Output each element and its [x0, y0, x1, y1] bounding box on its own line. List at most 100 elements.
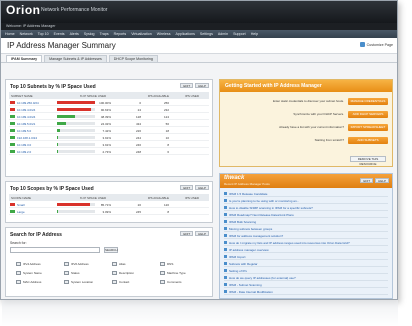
search-input[interactable] [10, 247, 100, 253]
table-row[interactable]: 10.199.5.0 7.42% 226 18 [9, 128, 209, 134]
checkbox-box[interactable] [16, 280, 21, 284]
thwack-post-link[interactable]: IPAM 1.5 Release Candidate [224, 191, 388, 197]
tab-2[interactable]: Manage Subnets & IP Addresses [44, 55, 107, 62]
step-button[interactable]: MANAGE CREDENTIALS [348, 97, 388, 105]
thwack-post-link[interactable]: IPAM Import [224, 254, 388, 260]
thwack-post-link[interactable]: How to disable SNMP scanning in IPAM for… [224, 205, 388, 211]
checkbox-box[interactable] [64, 262, 69, 266]
checkbox-box[interactable] [64, 271, 69, 275]
thwack-help-button[interactable]: HELP [375, 178, 389, 183]
checkbox-box[interactable] [160, 280, 165, 284]
table-row[interactable]: Large 3.09% 245 8 [9, 209, 209, 215]
top-scopes-help-button[interactable]: HELP [195, 185, 209, 190]
thwack-post-link[interactable]: How do we query IP addresses (for extern… [224, 275, 388, 281]
post-title[interactable]: Subnets with Regular [229, 262, 258, 266]
row-name[interactable]: Large [17, 210, 53, 214]
table-row[interactable]: 10.199.2.0 2.73% 248 6 [9, 149, 209, 155]
search-button[interactable]: SEARCH [104, 247, 118, 253]
nav-item[interactable]: Network [20, 32, 33, 36]
row-name[interactable]: 192.168.1.0/24 [17, 136, 53, 140]
row-name[interactable]: 10.199.250.0/24 [17, 101, 53, 105]
nav-item[interactable]: Help [251, 32, 258, 36]
thwack-post-link[interactable]: IPAM for address management solution? [224, 233, 388, 239]
row-name[interactable]: 10.199.4.0/24 [17, 115, 53, 119]
nav-item[interactable]: Settings [200, 32, 213, 36]
thwack-post-link[interactable]: How do I migrate my lists and IP address… [224, 240, 388, 246]
nav-item[interactable]: Home [5, 32, 15, 36]
table-row[interactable]: 10.199.250.0/24 100.00% 0 256 [9, 100, 209, 106]
thwack-post-link[interactable]: IPAM Bulk Scanning [224, 219, 388, 225]
thwack-post-link[interactable]: Subnets with Regular [224, 261, 388, 267]
search-option-checkbox[interactable]: Comments [160, 280, 182, 284]
tab-1[interactable]: IPAM Summary [6, 55, 43, 62]
checkbox-box[interactable] [16, 271, 21, 275]
search-help-button[interactable]: HELP [195, 231, 209, 236]
nav-item[interactable]: Alerts [70, 32, 79, 36]
top-subnets-help-button[interactable]: HELP [195, 83, 209, 88]
search-option-checkbox[interactable]: Status [64, 271, 80, 275]
table-row[interactable]: 10.199.4.0/24 90.63% 24 232 [9, 107, 209, 113]
table-row[interactable]: 10.199.5.0/21 24.32% 434 56 [9, 121, 209, 127]
search-option-checkbox[interactable]: IPv4 Address [16, 262, 41, 266]
search-option-checkbox[interactable]: DNS [160, 262, 173, 266]
step-button[interactable]: ADD SUBNETS [348, 136, 388, 144]
post-title[interactable]: IP address manager overview [229, 248, 269, 252]
thwack-edit-button[interactable]: EDIT [360, 178, 374, 183]
customize-page-link[interactable]: Customize Page [359, 42, 393, 47]
post-title[interactable]: IPAM Import [229, 255, 245, 259]
tab-3[interactable]: DHCP Scope Monitoring [108, 55, 158, 62]
post-title[interactable]: IPAM - Date Internal Modification [229, 290, 273, 294]
post-title[interactable]: How do we query IP addresses (for extern… [229, 276, 296, 280]
step-button[interactable]: IMPORT SPREADSHEET [348, 123, 388, 131]
checkbox-box[interactable] [112, 271, 117, 275]
nav-item[interactable]: Virtualization [131, 32, 152, 36]
post-title[interactable]: How to disable SNMP scanning in IPAM for… [229, 206, 313, 210]
row-name[interactable]: Small [17, 203, 53, 207]
nav-item[interactable]: Applications [176, 32, 195, 36]
nav-item[interactable]: Top 10 [38, 32, 49, 36]
post-title[interactable]: IPAM Bulk Scanning [229, 220, 256, 224]
thwack-post-link[interactable]: IPAM - Date Internal Modification [224, 289, 388, 295]
top-scopes-edit-button[interactable]: EDIT [180, 185, 194, 190]
thwack-post-link[interactable]: IPAM Roadmap? Next Release Dates/Link Pl… [224, 212, 388, 218]
search-edit-button[interactable]: EDIT [180, 231, 194, 236]
search-option-checkbox[interactable]: System Name [16, 271, 42, 275]
nav-item[interactable]: Syslog [84, 32, 95, 36]
search-option-checkbox[interactable]: IPv6 Address [64, 262, 89, 266]
post-title[interactable]: Is you're planning to be using with or m… [229, 199, 299, 203]
nav-item[interactable]: Reports [114, 32, 127, 36]
row-name[interactable]: 10.199.3.0 [17, 143, 53, 147]
nav-item[interactable]: Wireless [157, 32, 171, 36]
table-row[interactable]: 192.168.1.0/24 3.91% 244 10 [9, 135, 209, 141]
checkbox-box[interactable] [160, 262, 165, 266]
thwack-post-link[interactable]: Is you're planning to be using with or m… [224, 198, 388, 204]
row-name[interactable]: 10.199.5.0 [17, 129, 53, 133]
top-subnets-edit-button[interactable]: EDIT [180, 83, 194, 88]
post-title[interactable]: Moving subnets between groups [229, 227, 272, 231]
search-option-checkbox[interactable]: Alias [112, 262, 126, 266]
checkbox-box[interactable] [112, 262, 117, 266]
row-name[interactable]: 10.199.4.0/24 [17, 108, 53, 112]
row-name[interactable]: 10.199.2.0 [17, 150, 53, 154]
search-option-checkbox[interactable]: Contact [112, 280, 129, 284]
search-option-checkbox[interactable]: Machine Type [160, 271, 186, 275]
nav-item[interactable]: Support [233, 32, 246, 36]
post-title[interactable]: Setting of IPs [229, 269, 247, 273]
table-row[interactable]: Small 85.71% 20 120 [9, 202, 209, 208]
step-button[interactable]: ADD DHCP SERVERS [348, 110, 388, 118]
nav-item[interactable]: Admin [218, 32, 228, 36]
search-option-checkbox[interactable]: System Location [64, 280, 93, 284]
checkbox-box[interactable] [64, 280, 69, 284]
thwack-post-link[interactable]: IPAM - Subnet Scanning [224, 282, 388, 288]
thwack-post-link[interactable]: Moving subnets between groups [224, 226, 388, 232]
thwack-post-link[interactable]: Setting of IPs [224, 268, 388, 274]
checkbox-box[interactable] [16, 262, 21, 266]
table-row[interactable]: 10.199.4.0/24 48.39% 128 124 [9, 114, 209, 120]
thwack-post-link[interactable]: IP address manager overview [224, 247, 388, 253]
post-title[interactable]: IPAM Roadmap? Next Release Dates/Link Pl… [229, 213, 294, 217]
checkbox-box[interactable] [112, 280, 117, 284]
checkbox-box[interactable] [160, 271, 165, 275]
remove-resource-button[interactable]: REMOVE THIS RESOURCE [350, 156, 386, 166]
row-name[interactable]: 10.199.5.0/21 [17, 122, 53, 126]
table-row[interactable]: 10.199.3.0 3.91% 246 8 [9, 142, 209, 148]
